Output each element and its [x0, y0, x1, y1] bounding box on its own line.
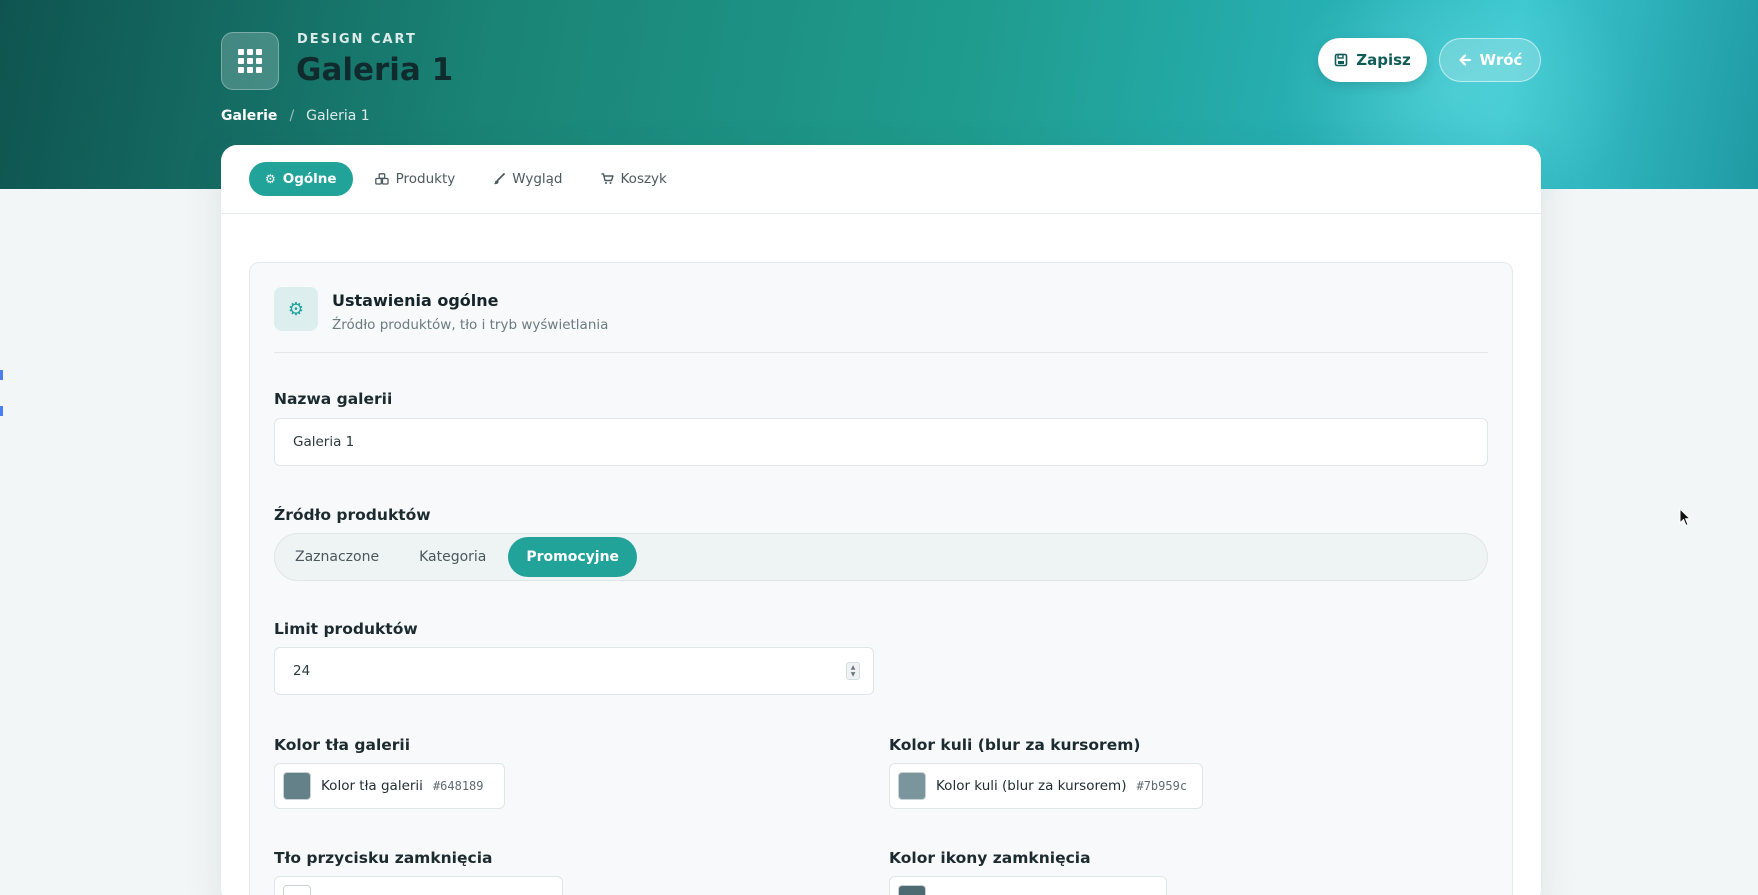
save-button-label: Zapisz — [1356, 51, 1411, 69]
cart-icon — [601, 173, 614, 184]
color-swatch — [283, 885, 311, 895]
source-option-zaznaczone[interactable]: Zaznaczone — [277, 537, 397, 577]
product-limit-label: Limit produktów — [274, 620, 418, 638]
gear-icon: ⚙ — [265, 172, 276, 186]
page-title: Galeria 1 — [296, 52, 454, 88]
products-icon — [374, 173, 389, 185]
source-option-promocyjne[interactable]: Promocyjne — [508, 537, 638, 577]
save-button[interactable]: Zapisz — [1318, 38, 1427, 82]
tab-label: Wygląd — [512, 171, 563, 187]
color-swatch — [898, 772, 926, 800]
breadcrumb-root-link[interactable]: Galerie — [221, 108, 277, 124]
gallery-name-label: Nazwa galerii — [274, 390, 393, 408]
product-source-segmented-control: Zaznaczone Kategoria Promocyjne — [274, 533, 1488, 581]
close-icon-color-label: Kolor ikony zamknięcia — [889, 849, 1091, 867]
number-stepper[interactable]: ▲ ▼ — [846, 662, 860, 680]
color-chip-label: Kolor tła galerii — [321, 778, 423, 794]
tab-bar: ⚙ Ogólne Produkty Wygląd Koszyk — [221, 145, 1541, 214]
breadcrumb-current: Galeria 1 — [306, 108, 370, 124]
color-swatch — [898, 885, 926, 895]
arrow-left-icon — [1458, 54, 1471, 66]
edge-marker — [0, 406, 3, 416]
section-title: Ustawienia ogólne — [332, 291, 499, 310]
tab-ogolne[interactable]: ⚙ Ogólne — [249, 162, 353, 196]
product-source-label: Źródło produktów — [274, 506, 431, 524]
tab-wyglad[interactable]: Wygląd — [477, 162, 578, 196]
apps-grid-icon — [221, 32, 279, 90]
product-limit-field: ▲ ▼ — [274, 647, 874, 695]
color-swatch — [283, 772, 311, 800]
back-button[interactable]: Wróć — [1439, 38, 1541, 82]
edge-marker — [0, 370, 3, 380]
back-button-label: Wróć — [1479, 51, 1523, 69]
gallery-bg-color-picker[interactable]: Kolor tła galerii #648189 — [274, 763, 505, 809]
source-option-kategoria[interactable]: Kategoria — [401, 537, 504, 577]
ball-color-label: Kolor kuli (blur za kursorem) — [889, 736, 1141, 754]
section-header: ⚙ Ustawienia ogólne Źródło produktów, tł… — [274, 287, 1488, 353]
tab-label: Koszyk — [620, 171, 667, 187]
color-hex-value: #648189 — [432, 779, 484, 793]
section-subtitle: Źródło produktów, tło i tryb wyświetlani… — [332, 317, 609, 333]
app-eyebrow: DESIGN CART — [297, 32, 417, 47]
floppy-disk-icon — [1334, 53, 1348, 67]
breadcrumb: Galerie / Galeria 1 — [221, 108, 370, 124]
brush-icon — [494, 173, 506, 185]
color-hex-value: #7b959c — [1136, 779, 1188, 793]
product-limit-input[interactable] — [274, 647, 874, 695]
mouse-cursor-icon — [1679, 508, 1691, 527]
close-button-bg-picker[interactable] — [274, 876, 563, 895]
tab-label: Produkty — [395, 171, 456, 187]
tab-koszyk[interactable]: Koszyk — [585, 162, 683, 196]
close-button-bg-label: Tło przycisku zamknięcia — [274, 849, 493, 867]
ball-color-picker[interactable]: Kolor kuli (blur za kursorem) #7b959c — [889, 763, 1203, 809]
breadcrumb-separator: / — [289, 108, 295, 124]
chevron-down-icon: ▼ — [850, 671, 856, 678]
tab-label: Ogólne — [282, 171, 337, 187]
gallery-bg-color-label: Kolor tła galerii — [274, 736, 411, 754]
close-icon-color-picker[interactable] — [889, 876, 1167, 895]
general-settings-section: ⚙ Ustawienia ogólne Źródło produktów, tł… — [249, 262, 1513, 895]
chevron-up-icon: ▲ — [850, 664, 856, 671]
gallery-name-input[interactable] — [274, 418, 1488, 466]
settings-gear-icon: ⚙ — [274, 287, 318, 331]
tab-produkty[interactable]: Produkty — [359, 162, 472, 196]
gallery-editor-card: ⚙ Ogólne Produkty Wygląd Koszyk ⚙ Ustawi… — [221, 145, 1541, 895]
color-chip-label: Kolor kuli (blur za kursorem) — [936, 778, 1127, 794]
